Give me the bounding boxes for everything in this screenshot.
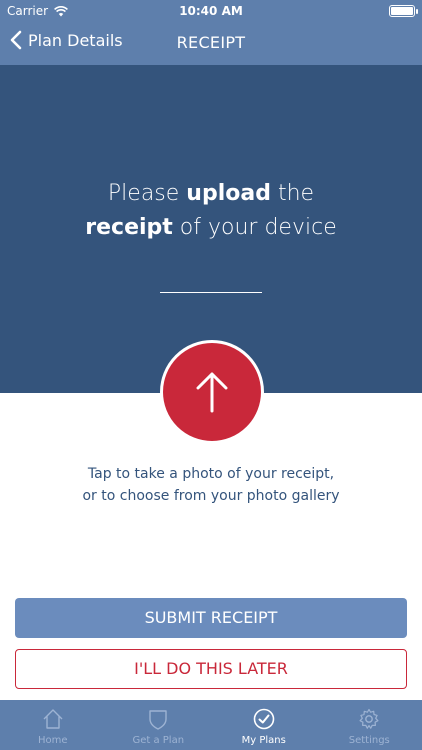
battery-icon	[389, 5, 418, 17]
submit-receipt-button[interactable]: SUBMIT RECEIPT	[15, 598, 407, 638]
headline-bold: receipt	[85, 215, 173, 240]
upload-hint: Tap to take a photo of your receipt, or …	[0, 463, 422, 507]
headline: Please upload the receipt of your device	[0, 177, 422, 245]
headline-text: of your device	[172, 215, 337, 240]
top-bar: Carrier 10:40 AM Plan Details RECEIPT	[0, 0, 422, 65]
headline-bold: upload	[186, 181, 271, 206]
page-title: RECEIPT	[176, 33, 246, 52]
check-circle-icon	[253, 708, 275, 730]
do-later-button[interactable]: I'LL DO THIS LATER	[15, 649, 407, 689]
tab-get-a-plan[interactable]: Get a Plan	[106, 700, 212, 750]
tab-label: Home	[37, 735, 68, 746]
tab-my-plans[interactable]: My Plans	[211, 700, 317, 750]
headline-text: Please	[107, 181, 187, 206]
status-time: 10:40 AM	[179, 4, 243, 18]
status-bar: Carrier 10:40 AM	[0, 0, 422, 22]
navigation-bar: Plan Details RECEIPT	[0, 22, 422, 65]
tab-label: My Plans	[241, 735, 286, 746]
headline-text: the	[270, 181, 315, 206]
divider	[160, 292, 262, 293]
upload-button[interactable]	[160, 340, 264, 444]
hint-line: Tap to take a photo of your receipt,	[87, 466, 335, 482]
tab-home[interactable]: Home	[0, 700, 106, 750]
home-icon	[43, 709, 63, 729]
tab-label: Get a Plan	[132, 735, 185, 746]
tab-bar: Home Get a Plan My Plans Settings	[0, 700, 422, 750]
tab-label: Settings	[348, 735, 390, 746]
arrow-up-icon	[196, 372, 228, 413]
gear-icon	[359, 708, 379, 729]
tab-settings[interactable]: Settings	[317, 700, 422, 750]
hint-line: or to choose from your photo gallery	[82, 488, 340, 504]
shield-icon	[149, 710, 167, 730]
